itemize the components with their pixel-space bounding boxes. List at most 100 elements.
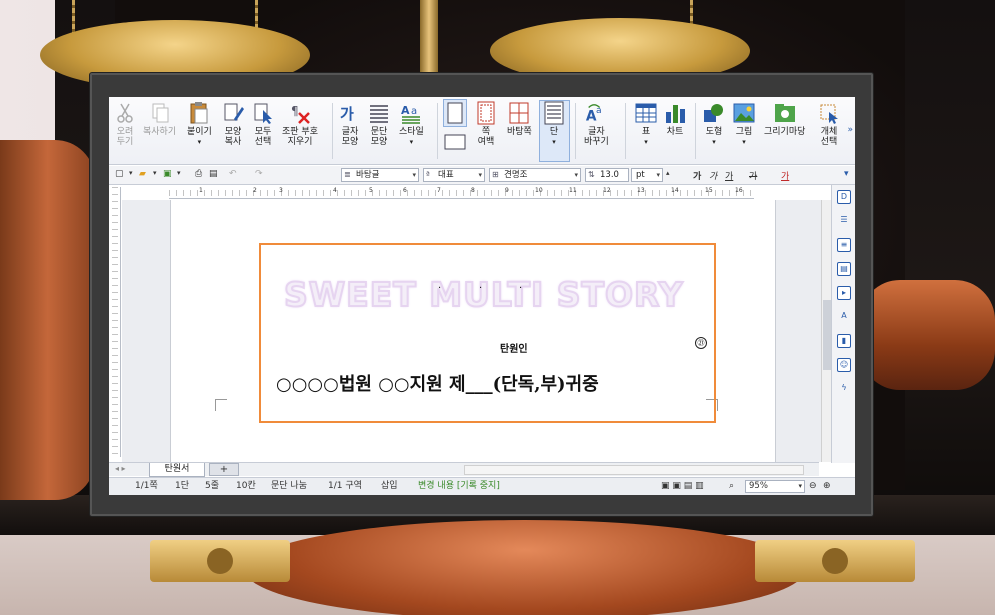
style-select-value: 바탕글 <box>356 170 380 180</box>
font-lang-icon: ª <box>426 170 430 179</box>
gavel-block <box>245 520 805 615</box>
tab-nav-left-icon[interactable]: ◂ ▸ <box>115 464 126 473</box>
font-size-value: 13.0 <box>600 170 619 180</box>
gavel-handle <box>0 140 95 500</box>
list-icon[interactable]: ☰ <box>837 214 851 228</box>
right-sidebar: D ☰ ≡ ▤ ▸ A ▮ ☺ ϟ <box>831 185 855 463</box>
bookmark-icon[interactable]: ▮ <box>837 334 851 348</box>
char-shape-label: 글자 모양 <box>341 127 359 147</box>
change-case-button[interactable]: Aa 글자 바꾸기 <box>584 101 609 147</box>
font-lang-select[interactable]: ª 대표 ▾ <box>423 168 485 182</box>
background-page-label: 바탕쪽 <box>507 127 532 137</box>
chevron-down-icon: ▾ <box>574 171 578 179</box>
clear-format-label: 조판 부호 지우기 <box>282 127 318 147</box>
strike-button[interactable]: 가 <box>749 169 757 182</box>
vertical-scrollbar[interactable] <box>821 200 831 462</box>
select-all-button[interactable]: 모두 선택 <box>252 101 274 147</box>
font-unit-value: pt <box>636 170 645 180</box>
style-panel-icon[interactable]: A <box>837 310 851 324</box>
bold-button[interactable]: 가 <box>693 169 701 182</box>
chart-button[interactable]: 차트 <box>664 101 686 137</box>
italic-button[interactable]: 가 <box>709 169 717 182</box>
tab-document[interactable]: 탄원서 <box>149 463 205 477</box>
magnifier-icon[interactable]: ⌕ <box>729 478 734 495</box>
ribbon-separator <box>695 103 696 159</box>
picture-button[interactable]: 그림 ▾ <box>733 101 755 147</box>
columns-button[interactable]: 단 ▾ <box>543 101 565 147</box>
style-select[interactable]: ≣ 바탕글 ▾ <box>341 168 419 182</box>
format-copy-label: 모양 복사 <box>224 127 242 147</box>
dropdown-arrow-icon[interactable]: ▾ <box>153 169 157 177</box>
dropdown-arrow-icon[interactable]: ▾ <box>177 169 181 177</box>
para-shape-button[interactable]: 문단 모양 <box>368 101 390 147</box>
table-button[interactable]: 표 ▾ <box>635 101 657 147</box>
page-margin-button[interactable]: 쪽 여백 <box>475 101 497 147</box>
page-icon[interactable]: ≡ <box>837 238 851 252</box>
status-line: 5줄 <box>205 481 220 491</box>
brass-latch-left <box>150 540 290 582</box>
status-col: 10칸 <box>236 481 256 491</box>
undo-icon[interactable]: ↶ <box>229 169 237 179</box>
style-button[interactable]: Aa 스타일 ▾ <box>399 101 424 147</box>
document-tab-bar: ◂ ▸ 탄원서 + <box>109 462 819 477</box>
cut-label: 오려 두기 <box>116 127 134 147</box>
open-folder-icon[interactable]: ▰ <box>139 169 146 179</box>
spin-up-icon[interactable]: ▴ <box>666 169 670 177</box>
dropdown-arrow-icon[interactable]: ▾ <box>129 169 133 177</box>
dot-mark: . <box>519 280 523 291</box>
cut-button[interactable]: 오려 두기 <box>114 101 136 147</box>
save-icon[interactable]: ▣ <box>163 169 172 179</box>
char-shape-button[interactable]: 가 글자 모양 <box>339 101 361 147</box>
select-object-button[interactable]: 개체 선택 <box>818 101 840 147</box>
view-mode-icons[interactable]: ▣ ▣ ▤ ▥ <box>661 478 704 495</box>
contacts-icon[interactable]: ☺ <box>837 358 851 372</box>
drawing-market-button[interactable]: 그리기마당 <box>764 101 805 137</box>
font-size-input[interactable]: ⇅ 13.0 <box>585 168 629 182</box>
paste-label: 붙이기 <box>187 127 212 137</box>
preview-icon[interactable]: ▤ <box>209 169 218 179</box>
char-shape-icon: 가 <box>339 101 361 125</box>
background-page-button[interactable]: 바탕쪽 <box>507 101 532 137</box>
lightning-icon[interactable]: ϟ <box>837 382 851 396</box>
print-icon[interactable]: ⎙ <box>195 169 202 179</box>
brass-latch-right <box>755 540 915 582</box>
petitioner-label: 탄원인 <box>500 344 528 355</box>
copy-button[interactable]: 복사하기 <box>143 101 176 137</box>
status-insert-mode[interactable]: 삽입 <box>381 478 398 495</box>
table-label: 표 <box>641 127 651 137</box>
scroll-thumb[interactable] <box>823 300 831 370</box>
status-section: 1/1 구역 <box>328 481 362 491</box>
clipboard-panel-icon[interactable]: ▤ <box>837 262 851 276</box>
page-orientation-button[interactable] <box>443 99 467 155</box>
horizontal-scrollbar[interactable] <box>464 465 804 475</box>
font-icon: ⊞ <box>492 170 499 179</box>
format-copy-button[interactable]: 모양 복사 <box>222 101 244 147</box>
document-info-icon[interactable]: D <box>837 190 851 204</box>
scale-post <box>420 0 438 80</box>
court-address-line: ○○○○법원 ○○지원 제___(단독,부)귀중 <box>276 374 599 395</box>
status-track-changes[interactable]: 변경 내용 [기록 중지] <box>418 478 500 495</box>
clear-format-button[interactable]: ¶ 조판 부호 지우기 <box>282 101 318 147</box>
toolbar-expand-icon[interactable]: ▾ <box>844 169 849 179</box>
drawing-market-label: 그리기마당 <box>764 127 806 137</box>
portrait-page-icon <box>443 99 467 127</box>
chevron-down-icon: ▾ <box>798 482 802 490</box>
add-tab-button[interactable]: + <box>209 463 239 476</box>
paste-button[interactable]: 붙이기 ▾ <box>187 101 212 147</box>
copy-icon <box>149 101 171 125</box>
font-unit-select[interactable]: pt ▾ <box>631 168 663 182</box>
selected-text-frame[interactable] <box>259 243 716 423</box>
ribbon-expand-icon[interactable]: » <box>847 125 853 135</box>
zoom-in-icon[interactable]: ⊕ <box>823 478 831 495</box>
underline-button[interactable]: 가 <box>725 169 733 182</box>
shapes-button[interactable]: 도형 ▾ <box>703 101 725 147</box>
status-para-break: 문단 나눔 <box>271 481 307 491</box>
redo-icon[interactable]: ↷ <box>255 169 263 179</box>
zoom-out-icon[interactable]: ⊖ <box>809 478 817 495</box>
font-color-button[interactable]: 가 <box>781 169 789 182</box>
new-document-icon[interactable]: ▢ <box>115 169 124 179</box>
chevron-down-icon: ▾ <box>412 171 416 179</box>
play-icon[interactable]: ▸ <box>837 286 851 300</box>
font-name-select[interactable]: ⊞ 견명조 ▾ <box>489 168 581 182</box>
zoom-select[interactable]: 95% ▾ <box>745 480 805 493</box>
